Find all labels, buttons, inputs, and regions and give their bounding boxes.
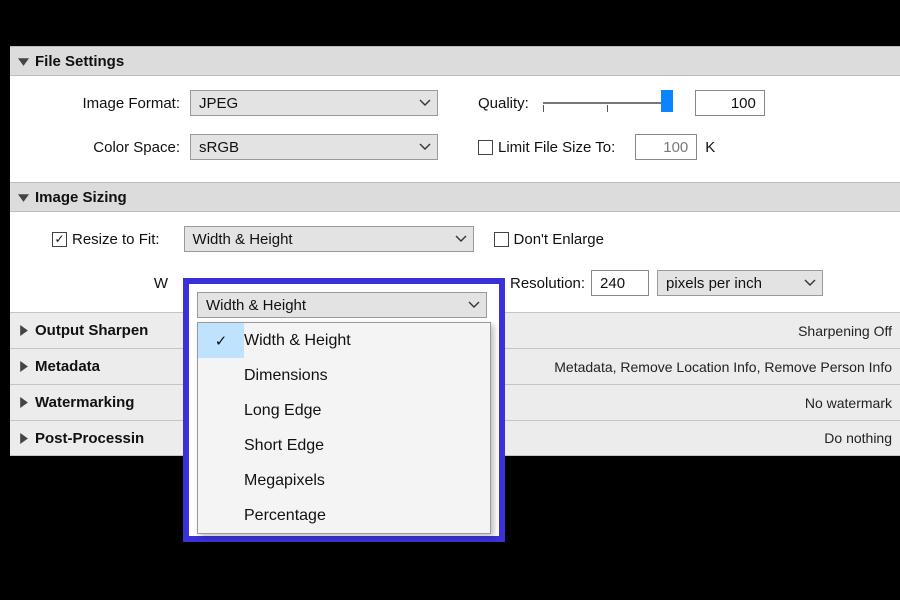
file-settings-body: Image Format: JPEG Quality: 100 Color Sp xyxy=(10,76,900,182)
image-sizing-header[interactable]: Image Sizing xyxy=(10,182,900,212)
chevron-down-icon xyxy=(419,99,431,107)
output-sharpening-title: Output Sharpen xyxy=(35,322,148,339)
checkmark-icon xyxy=(198,393,244,428)
resize-mode-option-label: Width & Height xyxy=(244,332,351,350)
quality-input[interactable]: 100 xyxy=(695,90,765,116)
resize-mode-option-label: Short Edge xyxy=(244,437,324,455)
triangle-right-icon xyxy=(18,397,29,408)
resize-mode-option-label: Megapixels xyxy=(244,472,325,490)
triangle-right-icon xyxy=(18,433,29,444)
width-label-short: W xyxy=(20,275,176,292)
resolution-label: Resolution: xyxy=(510,275,585,292)
chevron-down-icon xyxy=(419,143,431,151)
resize-mode-option[interactable]: Percentage xyxy=(198,498,490,533)
resize-mode-option[interactable]: ✓Width & Height xyxy=(198,323,490,358)
watermarking-title: Watermarking xyxy=(35,394,134,411)
metadata-title: Metadata xyxy=(35,358,100,375)
resolution-unit-value: pixels per inch xyxy=(666,275,762,292)
file-settings-header[interactable]: File Settings xyxy=(10,46,900,76)
resize-to-fit-checkbox[interactable]: ✓ Resize to Fit: xyxy=(52,231,160,248)
checkmark-icon xyxy=(198,463,244,498)
post-processing-title: Post-Processin xyxy=(35,430,144,447)
quality-label: Quality: xyxy=(478,95,529,112)
chevron-down-icon xyxy=(455,235,467,243)
resize-mode-value-open: Width & Height xyxy=(206,297,306,314)
limit-file-size-label: Limit File Size To: xyxy=(498,139,615,156)
image-format-select[interactable]: JPEG xyxy=(190,90,438,116)
output-sharpening-summary: Sharpening Off xyxy=(798,323,892,339)
checkmark-icon: ✓ xyxy=(54,233,64,245)
limit-file-size-unit: K xyxy=(705,139,715,156)
checkmark-icon xyxy=(198,498,244,533)
limit-file-size-checkbox[interactable]: Limit File Size To: xyxy=(478,139,615,156)
dont-enlarge-label: Don't Enlarge xyxy=(514,231,604,248)
dont-enlarge-checkbox[interactable]: Don't Enlarge xyxy=(494,231,604,248)
image-sizing-title: Image Sizing xyxy=(35,189,127,206)
checkbox-box-icon: ✓ xyxy=(52,232,67,247)
resolution-input[interactable]: 240 xyxy=(591,270,649,296)
metadata-summary: Metadata, Remove Location Info, Remove P… xyxy=(554,359,892,375)
color-space-select[interactable]: sRGB xyxy=(190,134,438,160)
resize-mode-value: Width & Height xyxy=(193,231,293,248)
image-format-value: JPEG xyxy=(199,95,238,112)
checkbox-box-icon xyxy=(478,140,493,155)
resolution-unit-select[interactable]: pixels per inch xyxy=(657,270,823,296)
image-format-label: Image Format: xyxy=(20,95,190,112)
watermarking-summary: No watermark xyxy=(805,395,892,411)
limit-file-size-input[interactable]: 100 xyxy=(635,134,697,160)
resize-mode-option-label: Percentage xyxy=(244,507,326,525)
chevron-down-icon xyxy=(804,279,816,287)
color-space-value: sRGB xyxy=(199,139,239,156)
resize-mode-select-open[interactable]: Width & Height xyxy=(197,292,487,318)
resize-mode-option[interactable]: Megapixels xyxy=(198,463,490,498)
resize-mode-dropdown-highlight: Width & Height ✓Width & HeightDimensions… xyxy=(183,278,505,542)
checkmark-icon xyxy=(198,358,244,393)
resize-mode-select[interactable]: Width & Height xyxy=(184,226,474,252)
quality-slider[interactable] xyxy=(543,90,673,116)
post-processing-summary: Do nothing xyxy=(824,430,892,446)
resize-mode-option[interactable]: Dimensions xyxy=(198,358,490,393)
color-space-label: Color Space: xyxy=(20,139,190,156)
resize-mode-dropdown-list[interactable]: ✓Width & Height Dimensions Long Edge Short … xyxy=(197,322,491,534)
triangle-down-icon xyxy=(18,56,29,67)
triangle-down-icon xyxy=(18,192,29,203)
resize-mode-option-label: Long Edge xyxy=(244,402,321,420)
resize-mode-option-label: Dimensions xyxy=(244,367,328,385)
chevron-down-icon xyxy=(468,301,480,309)
checkmark-icon: ✓ xyxy=(198,323,244,358)
checkmark-icon xyxy=(198,428,244,463)
resize-mode-option[interactable]: Short Edge xyxy=(198,428,490,463)
triangle-right-icon xyxy=(18,361,29,372)
triangle-right-icon xyxy=(18,325,29,336)
file-settings-title: File Settings xyxy=(35,53,124,70)
resize-mode-option[interactable]: Long Edge xyxy=(198,393,490,428)
checkbox-box-icon xyxy=(494,232,509,247)
resize-to-fit-label: Resize to Fit: xyxy=(72,231,160,248)
